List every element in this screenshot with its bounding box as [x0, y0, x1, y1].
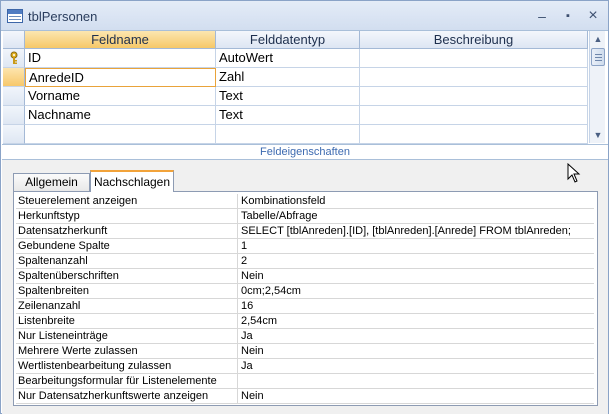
property-row[interactable]: Mehrere Werte zulassen Nein: [16, 344, 594, 359]
property-label: Spaltenanzahl: [16, 254, 238, 269]
field-properties-pane: Allgemein Nachschlagen Steuerelement anz…: [2, 159, 608, 414]
field-name-cell[interactable]: [25, 125, 216, 144]
property-row[interactable]: Spaltenbreiten 0cm;2,54cm: [16, 284, 594, 299]
property-label: Steuerelement anzeigen: [16, 194, 238, 209]
property-row[interactable]: Listenbreite 2,54cm: [16, 314, 594, 329]
property-row[interactable]: Gebundene Spalte 1: [16, 239, 594, 254]
column-header-field-name[interactable]: Feldname: [25, 31, 216, 49]
field-name-cell[interactable]: AnredeID: [25, 68, 216, 87]
key-icon: [10, 51, 18, 64]
field-grid: Feldname Felddatentyp Beschreibung ID Au…: [3, 31, 588, 144]
properties-table: Steuerelement anzeigen Kombinationsfeld …: [16, 194, 594, 404]
table-icon: [7, 9, 23, 23]
property-label: Zeilenanzahl: [16, 299, 238, 314]
window-title: tblPersonen: [28, 9, 98, 24]
property-value[interactable]: 2: [238, 254, 594, 269]
mouse-pointer-icon: [567, 163, 581, 183]
property-label: Bearbeitungsformular für Listenelemente: [16, 374, 238, 389]
description-cell[interactable]: [360, 106, 588, 125]
property-value[interactable]: SELECT [tblAnreden].[ID], [tblAnreden].[…: [238, 224, 594, 239]
property-row[interactable]: Herkunftstyp Tabelle/Abfrage: [16, 209, 594, 224]
property-row[interactable]: Bearbeitungsformular für Listenelemente: [16, 374, 594, 389]
description-cell[interactable]: [360, 68, 588, 87]
property-value[interactable]: 0cm;2,54cm: [238, 284, 594, 299]
property-label: Datensatzherkunft: [16, 224, 238, 239]
property-value[interactable]: Ja: [238, 329, 594, 344]
property-value[interactable]: Nein: [238, 269, 594, 284]
scroll-thumb[interactable]: [591, 48, 605, 66]
property-value[interactable]: [238, 374, 594, 389]
property-label: Herkunftstyp: [16, 209, 238, 224]
property-row[interactable]: Steuerelement anzeigen Kombinationsfeld: [16, 194, 594, 209]
field-name-cell[interactable]: Nachname: [25, 106, 216, 125]
data-type-cell[interactable]: AutoWert: [216, 49, 360, 68]
column-header-description[interactable]: Beschreibung: [360, 31, 588, 49]
property-label: Mehrere Werte zulassen: [16, 344, 238, 359]
property-label: Spaltenbreiten: [16, 284, 238, 299]
row-selector[interactable]: [3, 68, 25, 87]
tab-nachschlagen[interactable]: Nachschlagen: [90, 170, 174, 192]
property-label: Wertlistenbearbeitung zulassen: [16, 359, 238, 374]
maximize-button[interactable]: ▪: [558, 7, 578, 25]
property-row[interactable]: Nur Listeneinträge Ja: [16, 329, 594, 344]
property-row[interactable]: Datensatzherkunft SELECT [tblAnreden].[I…: [16, 224, 594, 239]
column-header-data-type[interactable]: Felddatentyp: [216, 31, 360, 49]
field-name-cell[interactable]: Vorname: [25, 87, 216, 106]
tab-allgemein[interactable]: Allgemein: [13, 173, 90, 191]
minimize-button[interactable]: –: [532, 7, 552, 25]
property-value[interactable]: Tabelle/Abfrage: [238, 209, 594, 224]
property-value[interactable]: 16: [238, 299, 594, 314]
property-value[interactable]: Kombinationsfeld: [238, 194, 594, 209]
description-cell[interactable]: [360, 87, 588, 106]
field-row-selected[interactable]: AnredeID Zahl: [3, 68, 588, 87]
description-cell[interactable]: [360, 125, 588, 144]
field-row[interactable]: Nachname Text: [3, 106, 588, 125]
data-type-cell[interactable]: Zahl: [216, 68, 360, 87]
row-selector[interactable]: [3, 87, 25, 106]
property-value[interactable]: Nein: [238, 344, 594, 359]
description-cell[interactable]: [360, 49, 588, 68]
field-properties-divider: Feldeigenschaften: [2, 144, 608, 158]
property-value[interactable]: Nein: [238, 389, 594, 404]
lookup-properties-panel: Steuerelement anzeigen Kombinationsfeld …: [13, 191, 598, 406]
property-label: Listenbreite: [16, 314, 238, 329]
title-bar[interactable]: tblPersonen – ▪ ×: [1, 1, 608, 31]
data-type-cell[interactable]: Text: [216, 106, 360, 125]
property-value[interactable]: 2,54cm: [238, 314, 594, 329]
field-properties-label: Feldeigenschaften: [260, 146, 350, 158]
property-label: Gebundene Spalte: [16, 239, 238, 254]
field-row[interactable]: ID AutoWert: [3, 49, 588, 68]
close-button[interactable]: ×: [583, 7, 603, 25]
table-design-window: tblPersonen – ▪ × Feldname Felddatentyp …: [0, 0, 609, 414]
property-row[interactable]: Wertlistenbearbeitung zulassen Ja: [16, 359, 594, 374]
property-row[interactable]: Zeilenanzahl 16: [16, 299, 594, 314]
grid-header: Feldname Felddatentyp Beschreibung: [3, 31, 588, 49]
property-row[interactable]: Spaltenanzahl 2: [16, 254, 594, 269]
property-row[interactable]: Spaltenüberschriften Nein: [16, 269, 594, 284]
property-label: Nur Datensatzherkunftswerte anzeigen: [16, 389, 238, 404]
row-selector[interactable]: [3, 125, 25, 144]
field-row[interactable]: Vorname Text: [3, 87, 588, 106]
scroll-up-arrow-icon[interactable]: ▲: [590, 31, 606, 47]
data-type-cell[interactable]: [216, 125, 360, 144]
property-label: Spaltenüberschriften: [16, 269, 238, 284]
row-selector[interactable]: [3, 106, 25, 125]
field-name-cell[interactable]: ID: [25, 49, 216, 68]
property-value[interactable]: Ja: [238, 359, 594, 374]
data-type-cell[interactable]: Text: [216, 87, 360, 106]
grid-scrollbar[interactable]: ▲ ▼: [589, 31, 605, 143]
scroll-down-arrow-icon[interactable]: ▼: [590, 127, 606, 143]
property-value[interactable]: 1: [238, 239, 594, 254]
property-row[interactable]: Nur Datensatzherkunftswerte anzeigen Nei…: [16, 389, 594, 404]
row-selector-header[interactable]: [3, 31, 25, 49]
row-selector[interactable]: [3, 49, 25, 68]
field-row-empty[interactable]: [3, 125, 588, 144]
property-label: Nur Listeneinträge: [16, 329, 238, 344]
